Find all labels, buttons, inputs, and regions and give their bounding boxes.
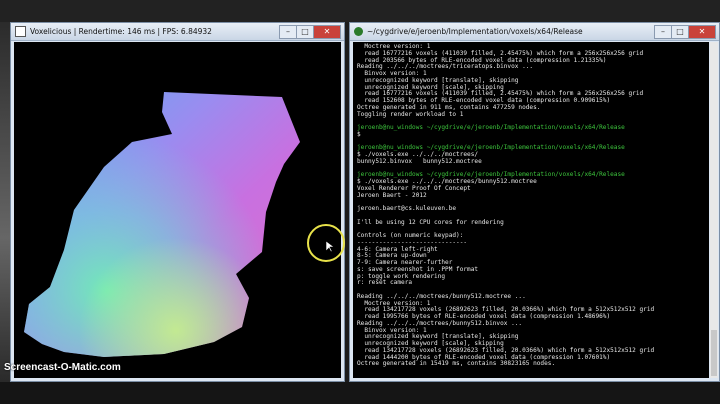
desktop-bottom [0, 382, 720, 404]
minimize-button[interactable]: – [654, 24, 671, 39]
render-window-titlebar[interactable]: Voxelicious | Rendertime: 146 ms | FPS: … [11, 23, 344, 41]
console-line: $ [357, 130, 361, 138]
terminal-output[interactable]: Moctree version: 1 read 16777216 voxels … [353, 42, 709, 378]
console-line: Toggling render workload to 1 [357, 110, 464, 118]
cygwin-icon [354, 27, 363, 36]
bunny-render [24, 92, 300, 357]
console-line: jeroenb@nu_windows ~/cygdrive/e/jeroenb/… [357, 124, 625, 131]
close-button[interactable]: ✕ [688, 24, 716, 39]
maximize-button[interactable]: □ [296, 24, 313, 39]
terminal-window-titlebar[interactable]: ~/cygdrive/e/jeroenb/Implementation/voxe… [350, 23, 719, 41]
console-line: jeroen.baert@cs.kuleuven.be [357, 205, 457, 212]
console-line: r: reset camera [357, 279, 413, 287]
maximize-button[interactable]: □ [671, 24, 688, 39]
render-window: Voxelicious | Rendertime: 146 ms | FPS: … [10, 22, 345, 382]
terminal-window-title: ~/cygdrive/e/jeroenb/Implementation/voxe… [367, 27, 583, 36]
terminal-scrollbar[interactable] [710, 42, 718, 378]
render-window-title: Voxelicious | Rendertime: 146 ms | FPS: … [30, 27, 212, 36]
desktop-background [0, 22, 10, 382]
scrollbar-thumb[interactable] [711, 330, 717, 376]
console-line: I'll be using 12 CPU cores for rendering [357, 218, 504, 226]
mouse-cursor-icon [326, 241, 334, 253]
minimize-button[interactable]: – [279, 24, 296, 39]
console-text: Moctree version: 1 read 16777216 voxels … [353, 42, 709, 378]
console-line: Jeroen Baert - 2012 [357, 191, 427, 199]
bunny-highlight [24, 92, 300, 357]
terminal-window: ~/cygdrive/e/jeroenb/Implementation/voxe… [349, 22, 720, 382]
app-icon [15, 26, 26, 37]
render-viewport[interactable] [14, 42, 341, 378]
close-button[interactable]: ✕ [313, 24, 341, 39]
desktop-top [0, 0, 720, 22]
console-line: Octree generated in 15419 ms, contains 3… [357, 360, 556, 368]
console-line: bunny512.binvox bunny512.moctree [357, 157, 482, 165]
watermark: Screencast-O-Matic.com [4, 362, 121, 373]
